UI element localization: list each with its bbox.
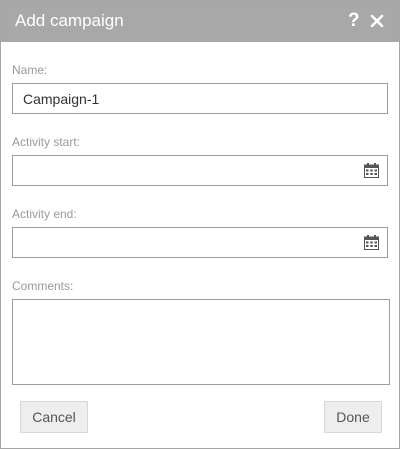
add-campaign-dialog: Add campaign ? Name: Activity start: [0,0,400,449]
name-input[interactable] [13,84,363,113]
activity-start-label: Activity start: [12,135,81,149]
activity-end-input[interactable] [13,228,363,257]
close-icon[interactable] [370,14,384,28]
calendar-icon[interactable] [364,163,379,178]
comments-textarea[interactable] [12,299,390,385]
name-field [12,83,388,114]
comments-label: Comments: [12,279,74,293]
name-label: Name: [12,63,48,77]
cancel-button[interactable]: Cancel [20,401,88,433]
activity-end-field [12,227,388,258]
calendar-icon[interactable] [364,235,379,250]
dialog-titlebar: Add campaign ? [1,1,399,42]
activity-start-input[interactable] [13,156,363,185]
activity-end-label: Activity end: [12,207,77,221]
done-button[interactable]: Done [324,401,382,433]
help-icon[interactable]: ? [348,10,362,32]
dialog-title: Add campaign [15,11,124,30]
activity-start-field [12,155,388,186]
